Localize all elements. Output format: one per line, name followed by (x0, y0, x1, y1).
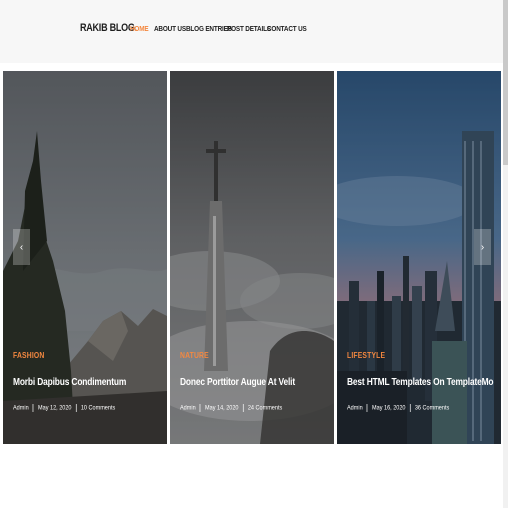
page-scrollbar[interactable] (503, 0, 508, 508)
post-date[interactable]: May 12, 2020 (38, 405, 71, 412)
post-category[interactable]: LIFESTYLE (347, 351, 385, 360)
slider-next-button[interactable]: › (474, 229, 491, 265)
meta-divider (199, 404, 201, 412)
meta-divider (32, 404, 34, 412)
post-meta: Admin May 14, 2020 24 Comments (180, 404, 282, 412)
main-nav: HOME ABOUT US BLOG ENTRIES POST DETAILS … (0, 24, 503, 36)
nav-post-details[interactable]: POST DETAILS (227, 24, 271, 33)
post-category[interactable]: FASHION (13, 351, 44, 360)
post-date[interactable]: May 14, 2020 (205, 405, 238, 412)
nav-about-us[interactable]: ABOUT US (154, 24, 186, 33)
post-title[interactable]: Donec Porttitor Augue At Velit (180, 376, 295, 388)
post-title[interactable]: Morbi Dapibus Condimentum (13, 376, 126, 388)
post-author[interactable]: Admin (13, 405, 29, 412)
post-author[interactable]: Admin (180, 405, 196, 412)
meta-divider (242, 404, 244, 412)
post-comments[interactable]: 36 Comments (415, 405, 449, 412)
nav-contact-us[interactable]: CONTACT US (267, 24, 307, 33)
post-title[interactable]: Best HTML Templates On TemplateMo (347, 376, 494, 388)
post-meta: Admin May 16, 2020 36 Comments (347, 404, 449, 412)
slider-card-3[interactable]: LIFESTYLE Best HTML Templates On Templat… (337, 71, 501, 444)
post-comments[interactable]: 24 Comments (248, 405, 282, 412)
post-date[interactable]: May 16, 2020 (372, 405, 405, 412)
nav-blog-entries[interactable]: BLOG ENTRIES (186, 24, 232, 33)
post-meta: Admin May 12, 2020 10 Comments (13, 404, 115, 412)
chevron-left-icon: ‹ (19, 241, 24, 253)
post-author[interactable]: Admin (347, 405, 363, 412)
post-category[interactable]: NATURE (180, 351, 209, 360)
meta-divider (366, 404, 368, 412)
post-comments[interactable]: 10 Comments (81, 405, 115, 412)
chevron-right-icon: › (480, 241, 485, 253)
slider-prev-button[interactable]: ‹ (13, 229, 30, 265)
site-header: RAKIB BLOG. HOME ABOUT US BLOG ENTRIES P… (0, 0, 503, 63)
slider-card-2[interactable]: NATURE Donec Porttitor Augue At Velit Ad… (170, 71, 334, 444)
meta-divider (75, 404, 77, 412)
post-slider: FASHION Morbi Dapibus Condimentum Admin M… (0, 69, 503, 445)
scrollbar-thumb[interactable] (503, 0, 508, 165)
card-overlay (170, 71, 334, 444)
meta-divider (409, 404, 411, 412)
slider-card-1[interactable]: FASHION Morbi Dapibus Condimentum Admin M… (3, 71, 167, 444)
nav-home[interactable]: HOME (130, 24, 149, 33)
